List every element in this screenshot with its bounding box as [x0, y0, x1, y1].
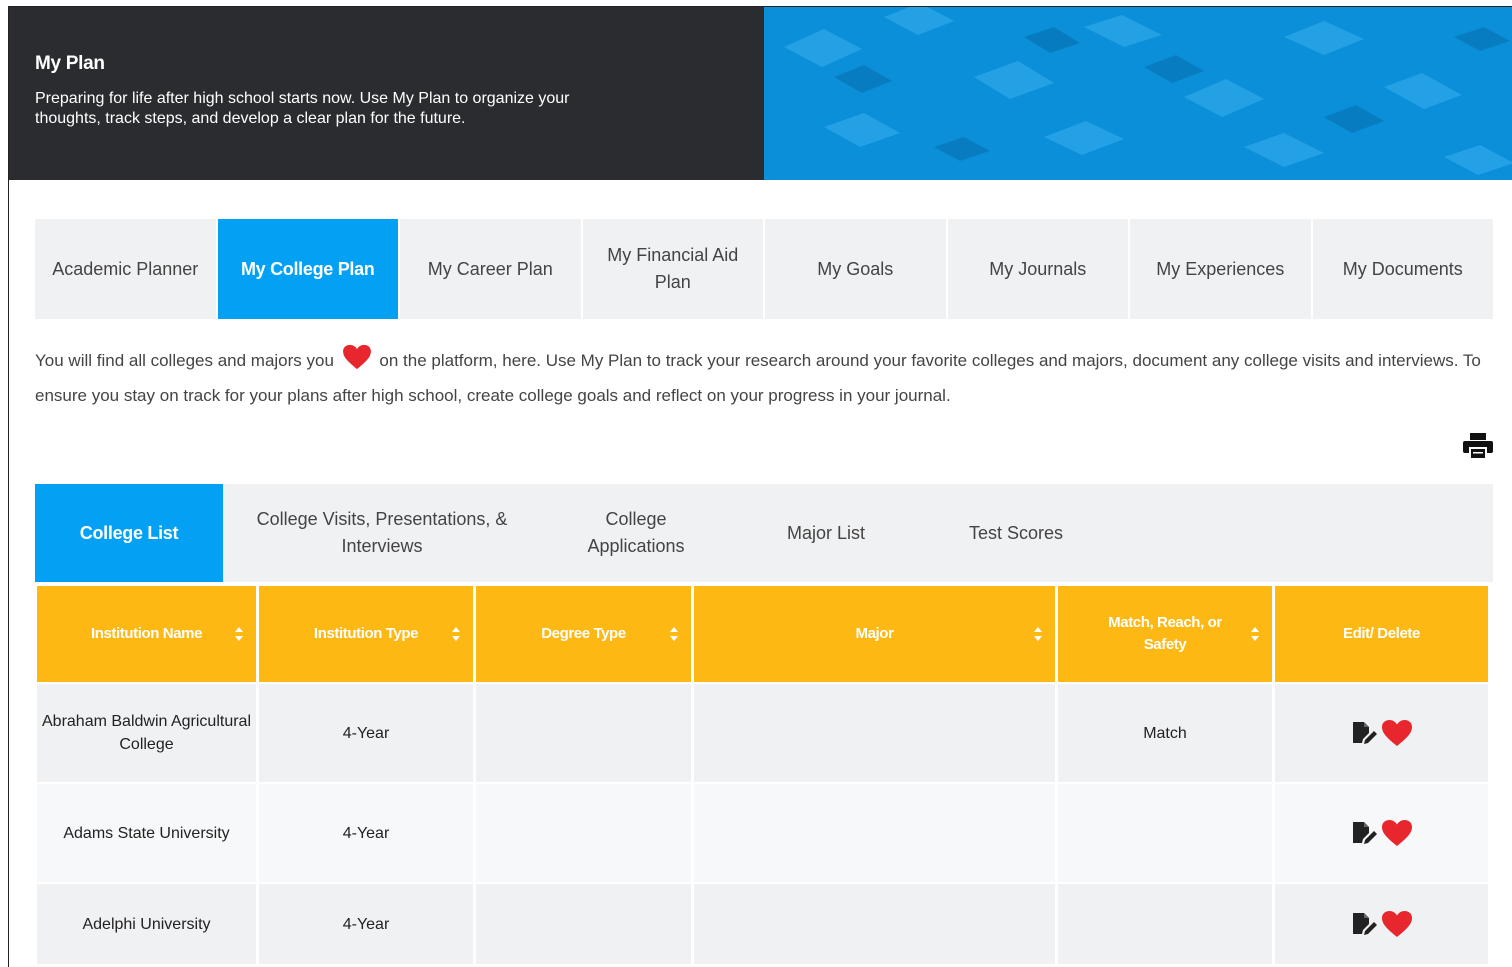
- column-header-label: Institution Name: [90, 625, 203, 642]
- cell-match: [1058, 784, 1272, 882]
- heart-icon[interactable]: [1381, 910, 1413, 938]
- column-header-label: Edit/ Delete: [1343, 625, 1420, 642]
- cell-match: Match: [1058, 684, 1272, 782]
- sort-icon[interactable]: [1033, 626, 1043, 642]
- sort-icon[interactable]: [1250, 626, 1260, 642]
- column-header-label: Institution Type: [313, 625, 419, 642]
- cell-match: [1058, 884, 1272, 964]
- sort-icon[interactable]: [234, 626, 244, 642]
- tab-college-list[interactable]: College List: [35, 484, 223, 582]
- tab-my-documents[interactable]: My Documents: [1312, 219, 1493, 319]
- column-header-label: Match, Reach, or Safety: [1108, 614, 1222, 653]
- banner-image: [764, 7, 1512, 180]
- cell-institution-name: Adelphi University: [37, 884, 256, 964]
- cell-major: [694, 884, 1055, 964]
- cell-major: [694, 684, 1055, 782]
- column-header-degree-type[interactable]: Degree Type: [476, 586, 691, 682]
- edit-icon[interactable]: [1351, 821, 1377, 845]
- tab-test-scores[interactable]: Test Scores: [921, 484, 1111, 582]
- heart-icon[interactable]: [1381, 719, 1413, 747]
- table-header-row: Institution Name Institution Type Degree…: [37, 586, 1493, 682]
- tab-college-visits[interactable]: College Visits, Presentations, & Intervi…: [223, 484, 541, 582]
- graduation-caps-image: [764, 7, 1512, 180]
- column-header-institution-type[interactable]: Institution Type: [259, 586, 473, 682]
- edit-icon[interactable]: [1351, 912, 1377, 936]
- college-list-table: Institution Name Institution Type Degree…: [37, 586, 1493, 964]
- tab-my-goals[interactable]: My Goals: [765, 219, 946, 319]
- cell-actions: [1275, 884, 1488, 964]
- main-tab-bar: Academic Planner My College Plan My Care…: [35, 219, 1493, 319]
- column-header-match-reach-safety[interactable]: Match, Reach, or Safety: [1058, 586, 1272, 682]
- intro-text-start: You will find all colleges and majors yo…: [35, 351, 334, 370]
- tab-my-journals[interactable]: My Journals: [947, 219, 1128, 319]
- sub-tab-bar: College List College Visits, Presentatio…: [35, 484, 1493, 582]
- page-banner: My Plan Preparing for life after high sc…: [9, 7, 1512, 180]
- cell-actions: [1275, 784, 1488, 882]
- cell-degree-type: [476, 884, 691, 964]
- heart-icon[interactable]: [1381, 819, 1413, 847]
- table-row: Abraham Baldwin Agricultural College 4-Y…: [37, 682, 1493, 782]
- column-header-label: Major: [855, 625, 894, 642]
- table-row: Adams State University 4-Year: [37, 782, 1493, 882]
- print-icon[interactable]: [1462, 432, 1494, 460]
- column-header-institution-name[interactable]: Institution Name: [37, 586, 256, 682]
- page-title: My Plan: [35, 53, 105, 74]
- tab-my-financial-aid-plan[interactable]: My Financial Aid Plan: [582, 219, 763, 319]
- sort-icon[interactable]: [451, 626, 461, 642]
- cell-institution-type: 4-Year: [259, 884, 473, 964]
- page-description: Preparing for life after high school sta…: [35, 90, 570, 127]
- page-frame: My Plan Preparing for life after high sc…: [8, 6, 1512, 967]
- tab-my-experiences[interactable]: My Experiences: [1130, 219, 1311, 319]
- column-header-major[interactable]: Major: [694, 586, 1055, 682]
- tab-major-list[interactable]: Major List: [731, 484, 921, 582]
- cell-actions: [1275, 684, 1488, 782]
- intro-text: You will find all colleges and majors yo…: [35, 344, 1495, 411]
- tab-academic-planner[interactable]: Academic Planner: [35, 219, 216, 319]
- cell-degree-type: [476, 684, 691, 782]
- sort-icon[interactable]: [669, 626, 679, 642]
- column-header-edit-delete: Edit/ Delete: [1275, 586, 1488, 682]
- cell-institution-type: 4-Year: [259, 684, 473, 782]
- cell-degree-type: [476, 784, 691, 882]
- banner-text-panel: My Plan Preparing for life after high sc…: [9, 7, 764, 180]
- cell-institution-type: 4-Year: [259, 784, 473, 882]
- column-header-label: Degree Type: [541, 625, 626, 642]
- tab-my-career-plan[interactable]: My Career Plan: [400, 219, 581, 319]
- tab-college-applications[interactable]: College Applications: [541, 484, 731, 582]
- cell-major: [694, 784, 1055, 882]
- heart-icon: [341, 344, 373, 380]
- cell-institution-name: Adams State University: [37, 784, 256, 882]
- cell-institution-name: Abraham Baldwin Agricultural College: [37, 684, 256, 782]
- table-row: Adelphi University 4-Year: [37, 882, 1493, 964]
- edit-icon[interactable]: [1351, 721, 1377, 745]
- tab-my-college-plan[interactable]: My College Plan: [217, 219, 398, 319]
